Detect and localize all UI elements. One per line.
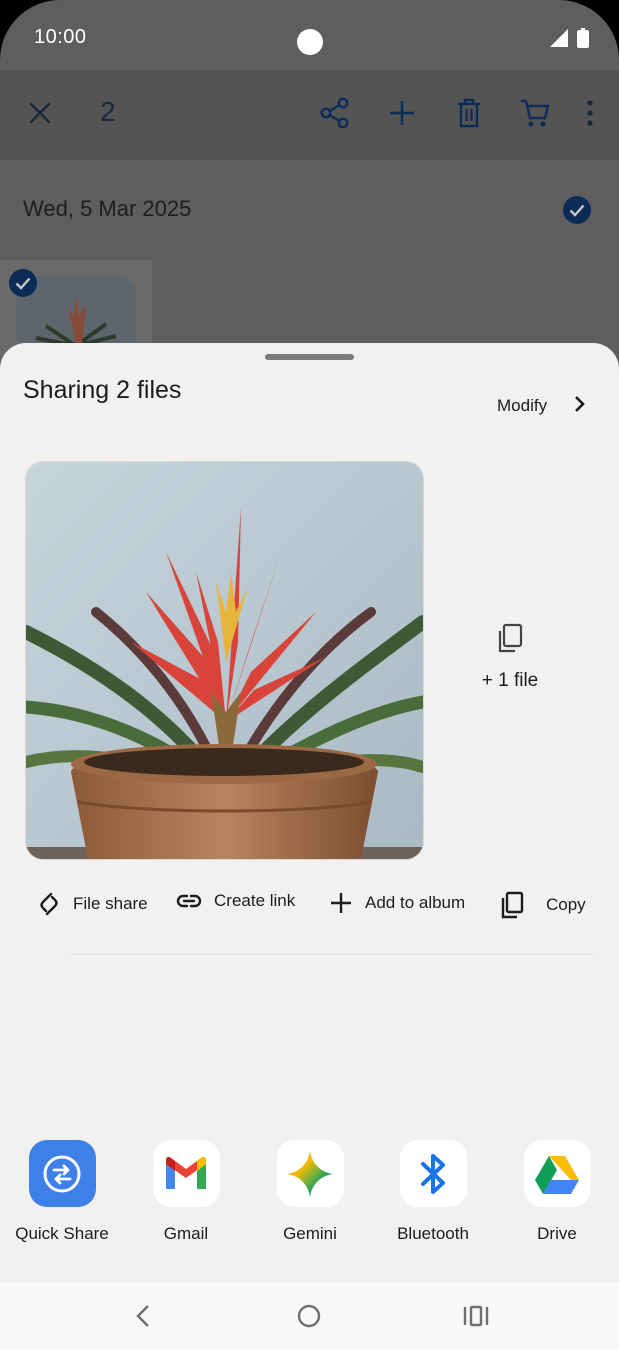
delete-icon[interactable] — [453, 96, 485, 130]
selected-count: 2 — [100, 96, 116, 127]
recents-icon[interactable] — [462, 1303, 490, 1329]
bluetooth-target[interactable]: Bluetooth — [373, 1140, 493, 1244]
more-options-icon[interactable] — [582, 96, 598, 130]
chevron-right-icon[interactable] — [568, 393, 590, 415]
status-time: 10:00 — [34, 26, 87, 48]
gemini-target[interactable]: Gemini — [250, 1140, 370, 1244]
quick-actions: File share Create link Add to album Copy — [0, 891, 619, 925]
share-sheet-title: Sharing 2 files — [23, 376, 182, 404]
additional-files[interactable]: + 1 file — [460, 623, 560, 692]
navigation-bar — [0, 1283, 619, 1350]
bluetooth-icon — [399, 1140, 467, 1207]
gmail-icon — [152, 1140, 220, 1207]
share-sheet: Sharing 2 files Modify + 1 file File sha… — [0, 343, 619, 1283]
copy-button[interactable]: Copy — [500, 891, 586, 919]
bluetooth-label: Bluetooth — [397, 1224, 469, 1243]
actions-divider — [70, 954, 595, 955]
phone-screen: 10:00 2 Wed, 5 Mar 2025 Sharing 2 files … — [0, 0, 619, 1350]
quick-share-target[interactable]: Quick Share — [2, 1140, 122, 1244]
file-share-icon — [40, 892, 58, 916]
front-camera — [297, 29, 323, 55]
status-bar: 10:00 — [0, 0, 619, 70]
quick-share-icon — [28, 1140, 96, 1207]
drag-handle[interactable] — [265, 354, 354, 360]
close-icon[interactable] — [24, 97, 56, 129]
gemini-icon — [276, 1140, 344, 1207]
battery-icon — [577, 28, 589, 48]
plus-icon — [331, 893, 351, 913]
cart-icon[interactable] — [519, 96, 551, 130]
add-to-album-label: Add to album — [365, 893, 466, 912]
date-check-icon[interactable] — [562, 195, 592, 225]
date-header: Wed, 5 Mar 2025 — [23, 196, 192, 221]
add-to-album-button[interactable]: Add to album — [329, 891, 465, 915]
file-share-label: File share — [73, 894, 148, 913]
additional-files-label: + 1 file — [481, 670, 539, 691]
image-preview — [25, 461, 424, 860]
thumbnail-check-icon[interactable] — [8, 268, 38, 298]
files-icon — [498, 623, 523, 653]
gmail-target[interactable]: Gmail — [126, 1140, 246, 1244]
selection-toolbar: 2 — [0, 70, 619, 160]
home-icon[interactable] — [296, 1303, 322, 1329]
date-section-header: Wed, 5 Mar 2025 — [0, 160, 619, 260]
gmail-label: Gmail — [163, 1224, 209, 1243]
copy-icon — [501, 891, 524, 919]
plant-photo — [26, 462, 423, 859]
back-icon[interactable] — [132, 1303, 154, 1329]
copy-label: Copy — [546, 895, 586, 914]
link-icon — [176, 894, 202, 908]
share-icon[interactable] — [319, 96, 351, 130]
file-share-button[interactable]: File share — [37, 891, 148, 917]
quick-share-label: Quick Share — [15, 1224, 109, 1243]
drive-target[interactable]: Drive — [497, 1140, 617, 1244]
gemini-label: Gemini — [283, 1224, 337, 1243]
drive-icon — [523, 1140, 591, 1207]
modify-button[interactable]: Modify — [497, 396, 547, 416]
create-link-label: Create link — [214, 891, 296, 910]
status-icons — [549, 28, 589, 48]
drive-label: Drive — [537, 1224, 577, 1243]
add-icon[interactable] — [386, 96, 418, 130]
create-link-button[interactable]: Create link — [176, 891, 295, 911]
signal-icon — [550, 29, 568, 47]
